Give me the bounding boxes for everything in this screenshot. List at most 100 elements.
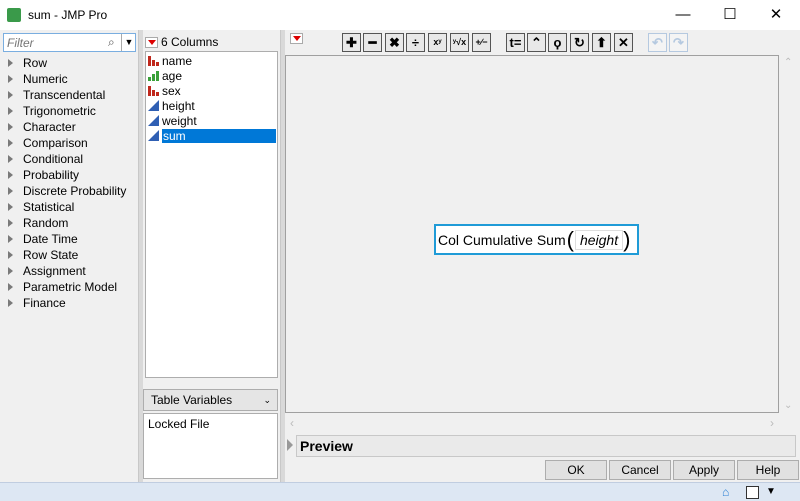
filter-dropdown-icon[interactable]: ▼ bbox=[121, 34, 136, 51]
nominal-icon bbox=[148, 55, 162, 66]
loop-icon[interactable]: ↻ bbox=[570, 33, 589, 52]
title-bar: sum - JMP Pro — ☐ ✕ bbox=[0, 0, 800, 30]
home-icon[interactable]: ⌂ bbox=[722, 485, 729, 499]
formula-menu-icon[interactable] bbox=[290, 33, 303, 44]
formula-expression[interactable]: Col Cumulative Sum ( height ) bbox=[434, 224, 639, 255]
column-item[interactable]: sum bbox=[148, 128, 276, 143]
category-label: Row State bbox=[23, 248, 79, 262]
columns-count: 6 Columns bbox=[161, 35, 219, 49]
column-name: age bbox=[162, 68, 183, 83]
expand-icon bbox=[8, 251, 13, 259]
expand-icon bbox=[8, 171, 13, 179]
function-category[interactable]: Parametric Model bbox=[8, 279, 117, 295]
close-button[interactable]: ✕ bbox=[753, 0, 799, 30]
expand-icon bbox=[8, 139, 13, 147]
table-variables-select[interactable]: Table Variables ⌄ bbox=[143, 389, 278, 411]
function-category[interactable]: Trigonometric bbox=[8, 103, 96, 119]
redo-icon[interactable]: ↷ bbox=[669, 33, 688, 52]
function-argument[interactable]: height bbox=[574, 229, 624, 250]
vertical-scrollbar[interactable]: ⌃ ⌄ bbox=[779, 55, 797, 413]
function-category[interactable]: Probability bbox=[8, 167, 79, 183]
expand-icon bbox=[8, 299, 13, 307]
chevron-down-icon: ⌄ bbox=[263, 394, 271, 405]
column-item[interactable]: height bbox=[148, 98, 276, 113]
caret-icon[interactable]: ⌃ bbox=[527, 33, 546, 52]
column-item[interactable]: age bbox=[148, 68, 276, 83]
apply-button[interactable]: Apply bbox=[673, 460, 735, 480]
undo-icon[interactable]: ↶ bbox=[648, 33, 667, 52]
multiply-icon[interactable]: ✖ bbox=[385, 33, 404, 52]
category-label: Trigonometric bbox=[23, 104, 96, 118]
expand-icon bbox=[8, 59, 13, 67]
column-item[interactable]: name bbox=[148, 53, 276, 68]
function-category[interactable]: Discrete Probability bbox=[8, 183, 126, 199]
horizontal-scrollbar[interactable]: ‹ › bbox=[285, 416, 779, 431]
category-label: Row bbox=[23, 56, 48, 70]
red-triangle-menu-icon[interactable] bbox=[145, 36, 158, 48]
maximize-button[interactable]: ☐ bbox=[707, 0, 753, 30]
column-name: sum bbox=[162, 128, 276, 143]
expand-icon bbox=[8, 203, 13, 211]
plus-icon[interactable]: ✚ bbox=[342, 33, 361, 52]
function-category[interactable]: Conditional bbox=[8, 151, 83, 167]
table-variables-list[interactable]: Locked File bbox=[143, 413, 278, 479]
column-name: height bbox=[162, 98, 195, 113]
function-category[interactable]: Transcendental bbox=[8, 87, 105, 103]
delete-icon[interactable]: ✕ bbox=[614, 33, 633, 52]
ordinal-icon bbox=[148, 70, 162, 81]
function-category[interactable]: Character bbox=[8, 119, 76, 135]
category-label: Character bbox=[23, 120, 76, 134]
negate-icon[interactable]: +∕− bbox=[472, 33, 491, 52]
expand-icon bbox=[8, 107, 13, 115]
function-category[interactable]: Row bbox=[8, 55, 47, 71]
category-label: Probability bbox=[23, 168, 80, 182]
table-variable-item[interactable]: Locked File bbox=[148, 417, 209, 431]
minimize-button[interactable]: — bbox=[660, 0, 706, 30]
expand-icon bbox=[8, 187, 13, 195]
power-icon[interactable]: xʸ bbox=[428, 33, 447, 52]
function-category[interactable]: Assignment bbox=[8, 263, 86, 279]
function-category[interactable]: Finance bbox=[8, 295, 66, 311]
window-list-icon[interactable] bbox=[746, 486, 759, 499]
column-item[interactable]: weight bbox=[148, 113, 276, 128]
function-category[interactable]: Date Time bbox=[8, 231, 78, 247]
continuous-icon bbox=[148, 130, 162, 141]
nominal-icon bbox=[148, 85, 162, 96]
window-title: sum - JMP Pro bbox=[28, 8, 108, 22]
cancel-button[interactable]: Cancel bbox=[609, 460, 671, 480]
function-category[interactable]: Row State bbox=[8, 247, 78, 263]
category-label: Transcendental bbox=[23, 88, 106, 102]
search-icon[interactable]: ⌕ bbox=[108, 35, 115, 50]
function-name[interactable]: Col Cumulative Sum bbox=[438, 232, 566, 248]
ok-button[interactable]: OK bbox=[545, 460, 607, 480]
table-variables-label: Table Variables bbox=[151, 393, 233, 407]
status-bar: ⌂ ▼ bbox=[0, 482, 800, 501]
app-icon bbox=[7, 8, 21, 22]
category-label: Parametric Model bbox=[23, 280, 118, 294]
dropdown-icon[interactable]: ▼ bbox=[766, 486, 776, 497]
column-name: sex bbox=[162, 83, 181, 98]
function-category[interactable]: Statistical bbox=[8, 199, 74, 215]
filter-input[interactable] bbox=[4, 34, 104, 51]
expand-icon bbox=[8, 155, 13, 163]
help-button[interactable]: Help bbox=[737, 460, 799, 480]
assign-icon[interactable]: t= bbox=[506, 33, 525, 52]
divide-icon[interactable]: ÷ bbox=[406, 33, 425, 52]
function-category[interactable]: Comparison bbox=[8, 135, 88, 151]
expand-icon bbox=[8, 91, 13, 99]
category-label: Random bbox=[23, 216, 69, 230]
column-item[interactable]: sex bbox=[148, 83, 276, 98]
expand-icon bbox=[8, 235, 13, 243]
column-list[interactable]: name age sex height weight sum bbox=[145, 51, 278, 378]
minus-icon[interactable]: ━ bbox=[363, 33, 382, 52]
root-icon[interactable]: ʸ√x bbox=[450, 33, 469, 52]
expand-icon bbox=[8, 123, 13, 131]
local-icon[interactable]: ϙ bbox=[548, 33, 567, 52]
preview-header[interactable]: Preview bbox=[296, 435, 796, 457]
filter-box[interactable]: ⌕ ▼ bbox=[3, 33, 136, 52]
function-category[interactable]: Random bbox=[8, 215, 68, 231]
function-category[interactable]: Numeric bbox=[8, 71, 68, 87]
peel-icon[interactable]: ⬆ bbox=[592, 33, 611, 52]
disclosure-icon[interactable] bbox=[287, 439, 293, 451]
columns-header: 6 Columns bbox=[145, 35, 218, 49]
